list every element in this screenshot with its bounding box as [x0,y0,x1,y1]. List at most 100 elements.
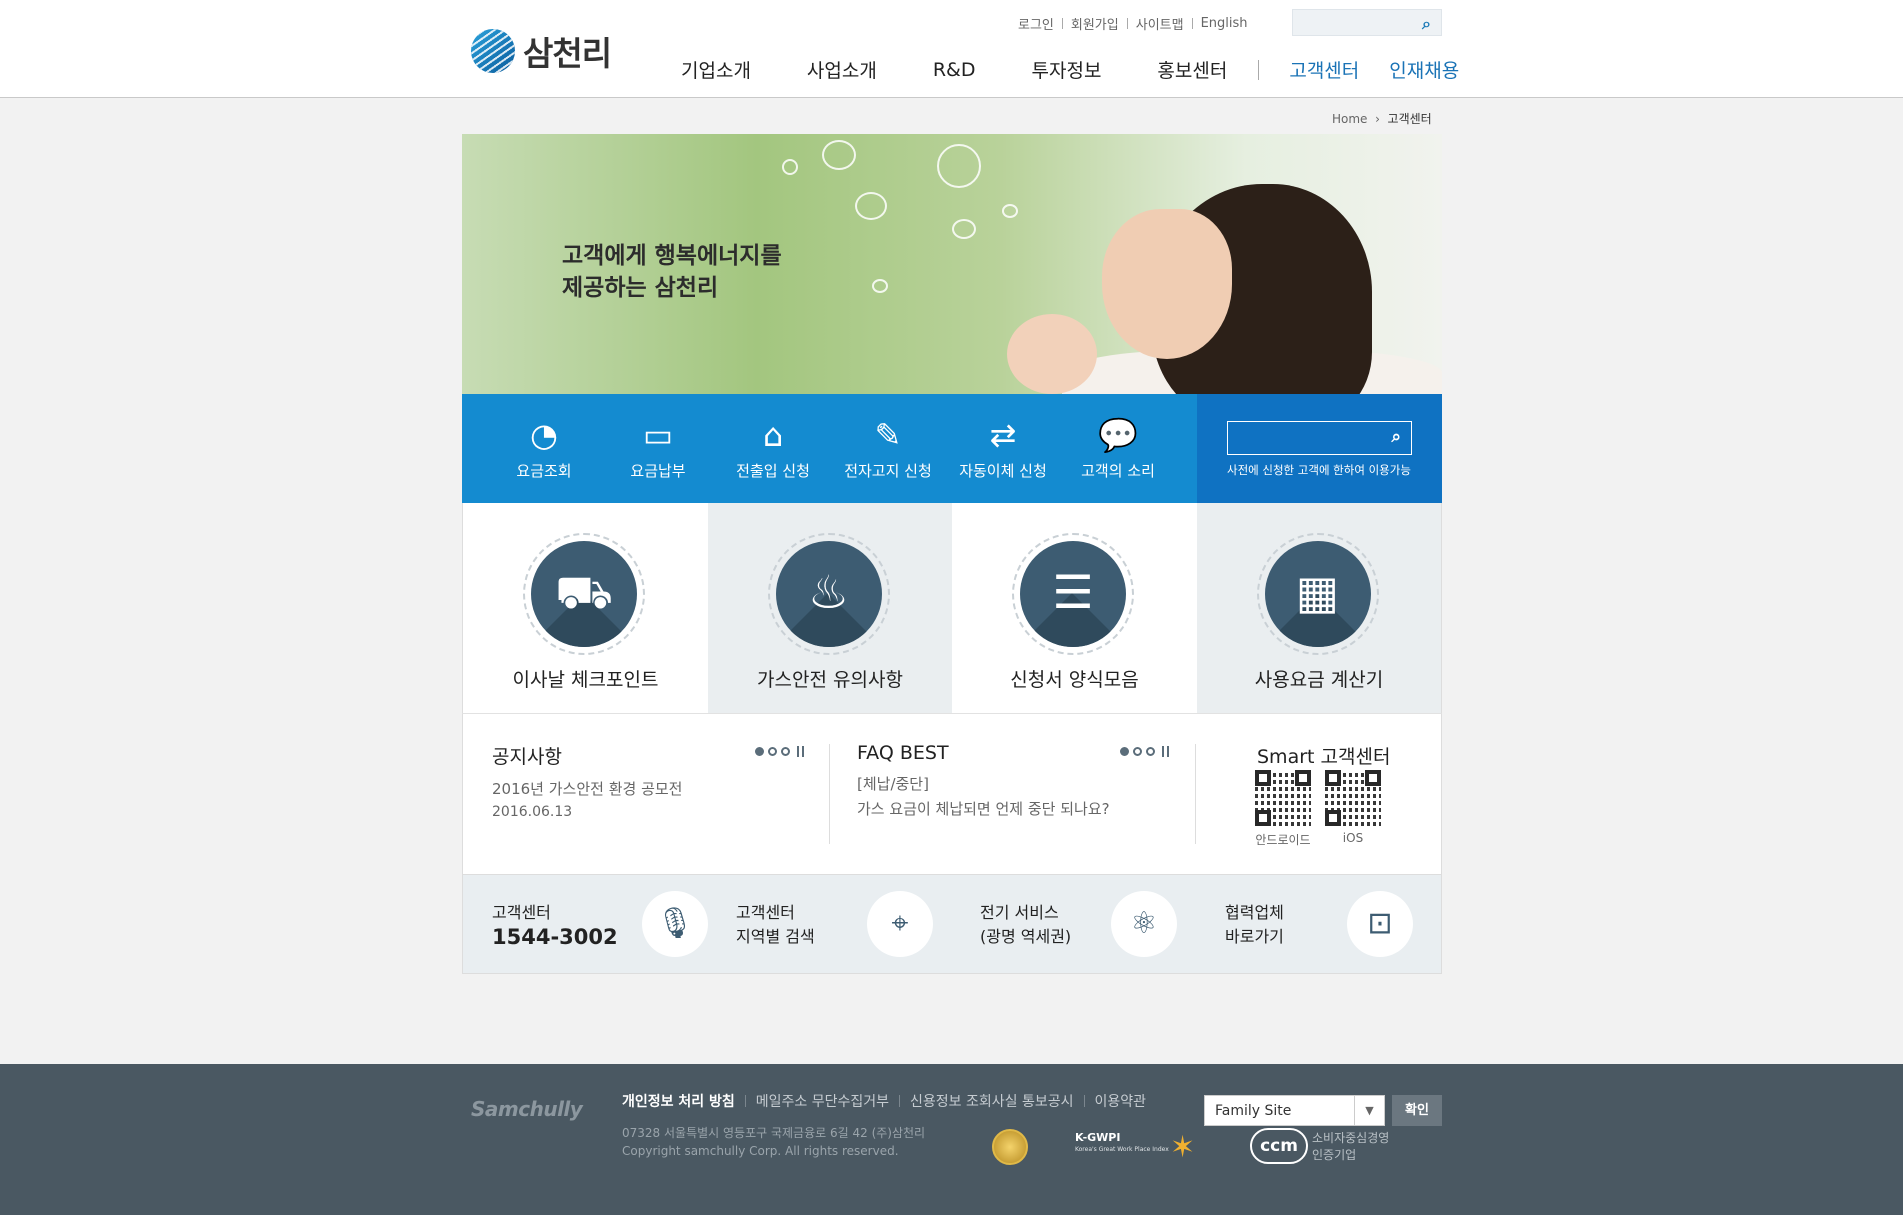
contact-section: 고객센터 1544-3002 🎙 고객센터 지역별 검색 ⌖ 전기 서비스 (광… [462,875,1442,974]
nav-company[interactable]: 기업소개 [681,56,751,83]
chat-icon: 💬 [1098,416,1138,454]
pager-dot[interactable] [768,747,777,756]
quick-bill-payment[interactable]: ▭ 요금납부 [603,416,713,481]
quick-move-request[interactable]: ⌂ 전출입 신청 [718,416,828,481]
pause-icon[interactable] [797,746,804,757]
faq-category: [체납/중단] [857,775,929,793]
faq-title[interactable]: FAQ BEST [857,742,1110,764]
bubble-decoration [937,144,981,188]
pager-dot[interactable] [1133,747,1142,756]
breadcrumb-home[interactable]: Home [1332,112,1367,126]
service-tiles: ⛟ 이사날 체크포인트 ♨ 가스안전 유의사항 ☰ 신청서 양식모음 ▦ 사용요… [462,503,1442,713]
microphone-icon[interactable]: 🎙 [642,891,708,957]
search-icon[interactable]: ⌕ [1391,427,1401,447]
faq-question[interactable]: 가스 요금이 체납되면 언제 중단 되나요? [857,797,1110,822]
notice-pager[interactable] [755,746,804,757]
customer-center-phone: 고객센터 1544-3002 [492,903,618,949]
quick-auto-transfer[interactable]: ⇄ 자동이체 신청 [948,416,1058,481]
chevron-down-icon[interactable]: ▼ [1354,1096,1384,1125]
nav-pr[interactable]: 홍보센터 [1157,56,1227,83]
pager-dot[interactable] [1120,747,1129,756]
logo-mark-icon [471,29,515,73]
login-link[interactable]: 로그인 [1018,14,1054,33]
bubble-decoration [855,192,887,220]
ios-qr-code [1325,770,1381,826]
fire-icon: ♨ [807,565,850,619]
notice-date: 2016.06.13 [492,804,573,820]
site-footer: Samchully 개인정보 처리 방침 메일주소 무단수집거부 신용정보 조회… [0,1064,1903,1215]
pager-dot[interactable] [1146,747,1155,756]
pause-icon[interactable] [1162,746,1169,757]
star-logo-icon: ✶ [1170,1130,1196,1165]
terms-link[interactable]: 이용약관 [1095,1091,1147,1111]
transfer-icon: ⇄ [989,416,1017,454]
top-search-input[interactable]: ⌕ [1292,9,1442,36]
truck-icon: ⛟ [555,565,613,619]
pager-dot[interactable] [781,747,790,756]
briefcase-icon[interactable]: ⊡ [1347,891,1413,957]
privacy-policy-link[interactable]: 개인정보 처리 방침 [622,1091,735,1111]
pie-chart-icon: ◔ [530,416,558,454]
document-tray-icon: ☰ [1052,565,1094,619]
ios-label: iOS [1342,831,1364,845]
phone-number: 1544-3002 [492,925,618,949]
logo-text: 삼천리 [523,34,612,73]
kgwpi-badge: K-GWPI Korea's Great Work Place Index [1075,1131,1169,1154]
signup-link[interactable]: 회원가입 [1071,14,1119,33]
house-icon: ⌂ [762,416,784,454]
tile-gas-safety[interactable]: ♨ 가스안전 유의사항 [707,503,952,713]
info-section: 공지사항 2016년 가스안전 환경 공모전 2016.06.13 FAQ BE… [462,713,1442,875]
site-header: 삼천리 로그인 회원가입 사이트맵 English ⌕ 기업소개 사업소개 R&… [0,0,1903,98]
faq-pager[interactable] [1120,746,1169,757]
calculator-icon: ▦ [1295,565,1340,619]
main-nav: 기업소개 사업소개 R&D 투자정보 홍보센터 고객센터 인재채용 [681,56,1459,83]
company-logo[interactable]: 삼천리 [471,27,612,75]
quick-search-note: 사전에 신청한 고객에 한하여 이용가능 [1227,463,1411,477]
email-refusal-link[interactable]: 메일주소 무단수집거부 [756,1091,889,1111]
nav-rnd[interactable]: R&D [933,59,976,81]
nav-business[interactable]: 사업소개 [807,56,877,83]
android-label: 안드로이드 [1255,833,1311,847]
quick-customer-voice[interactable]: 💬 고객의 소리 [1063,416,1173,481]
breadcrumb-current: 고객센터 [1387,112,1432,126]
breadcrumb: Home › 고객센터 [1332,110,1432,127]
atom-icon[interactable]: ⚛ [1111,891,1177,957]
hero-slogan: 고객에게 행복에너지를 제공하는 삼천리 [562,243,782,301]
footer-logo: Samchully [471,1097,583,1121]
region-search-link[interactable]: 고객센터 지역별 검색 [736,901,815,949]
nav-customer-center[interactable]: 고객센터 [1289,56,1359,83]
quick-search-input[interactable]: ⌕ [1227,421,1412,455]
nav-ir[interactable]: 투자정보 [1032,56,1102,83]
footer-links: 개인정보 처리 방침 메일주소 무단수집거부 신용정보 조회사실 통보공시 이용… [622,1091,1146,1111]
award-badge-icon [992,1129,1028,1165]
family-site-confirm-button[interactable]: 확인 [1392,1095,1442,1126]
pager-dot[interactable] [755,747,764,756]
nav-divider [1258,59,1260,80]
bubble-decoration [1002,204,1018,218]
family-site-select[interactable]: Family Site ▼ [1204,1095,1385,1126]
location-pin-icon[interactable]: ⌖ [867,891,933,957]
quick-menu: ◔ 요금조회 ▭ 요금납부 ⌂ 전출입 신청 ✎ 전자고지 신청 ⇄ 자동이체 … [462,394,1442,503]
quick-e-billing[interactable]: ✎ 전자고지 신청 [833,416,943,481]
smart-center-box: Smart 고객센터 [1257,742,1390,769]
wallet-icon: ▭ [642,416,674,454]
chevron-right-icon: › [1371,112,1384,126]
notice-box: 공지사항 2016년 가스안전 환경 공모전 2016.06.13 [492,742,682,822]
bubble-decoration [782,159,798,175]
english-link[interactable]: English [1201,16,1248,31]
sitemap-link[interactable]: 사이트맵 [1136,14,1184,33]
tile-moving-checkpoint[interactable]: ⛟ 이사날 체크포인트 [463,503,708,713]
tile-application-forms[interactable]: ☰ 신청서 양식모음 [952,503,1197,713]
partner-link[interactable]: 협력업체 바로가기 [1225,901,1284,949]
notice-item[interactable]: 2016년 가스안전 환경 공모전 [492,777,682,802]
ccm-badge: ccm [1250,1128,1308,1164]
bubble-decoration [872,279,888,293]
nav-careers[interactable]: 인재채용 [1389,56,1459,83]
notice-title[interactable]: 공지사항 [492,742,682,769]
tile-fee-calculator[interactable]: ▦ 사용요금 계산기 [1196,503,1441,713]
electric-service-link[interactable]: 전기 서비스 (광명 역세권) [980,901,1071,949]
search-icon[interactable]: ⌕ [1422,14,1431,34]
quick-billing-inquiry[interactable]: ◔ 요금조회 [489,416,599,481]
credit-info-link[interactable]: 신용정보 조회사실 통보공시 [910,1091,1073,1111]
bubble-decoration [822,140,856,170]
